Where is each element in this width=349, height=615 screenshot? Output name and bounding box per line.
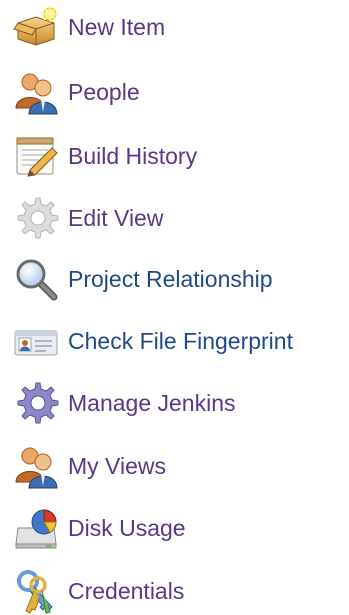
task-label: My Views [68, 452, 166, 479]
magnifier-icon [12, 255, 60, 303]
disk-usage-icon [12, 504, 60, 552]
task-manage-jenkins[interactable]: Manage Jenkins [0, 373, 349, 433]
side-panel-tasks: New Item People Build History Edit View … [0, 0, 349, 615]
new-item-folder-icon [12, 3, 60, 51]
credentials-keys-icon [12, 567, 60, 615]
task-credentials[interactable]: Credentials [0, 561, 349, 615]
task-label: People [68, 78, 140, 105]
task-label: Check File Fingerprint [68, 327, 293, 354]
gear-icon [12, 379, 60, 427]
task-label: New Item [68, 13, 166, 40]
task-new-item[interactable]: New Item [0, 0, 349, 57]
task-disk-usage[interactable]: Disk Usage [0, 498, 349, 558]
task-label: Manage Jenkins [68, 389, 236, 416]
task-label: Edit View [68, 204, 164, 231]
task-project-relationship[interactable]: Project Relationship [0, 249, 349, 309]
task-edit-view[interactable]: Edit View [0, 188, 349, 248]
build-history-notepad-icon [12, 132, 60, 180]
people-icon [12, 68, 60, 116]
task-check-file-fingerprint[interactable]: Check File Fingerprint [0, 311, 349, 371]
task-my-views[interactable]: My Views [0, 436, 349, 496]
task-label: Disk Usage [68, 514, 186, 541]
task-people[interactable]: People [0, 62, 349, 122]
task-build-history[interactable]: Build History [0, 126, 349, 186]
task-label: Project Relationship [68, 265, 273, 292]
task-label: Credentials [68, 577, 185, 604]
people-icon [12, 442, 60, 490]
fingerprint-card-icon [12, 317, 60, 365]
task-label: Build History [68, 142, 198, 169]
gear-icon [12, 194, 60, 242]
